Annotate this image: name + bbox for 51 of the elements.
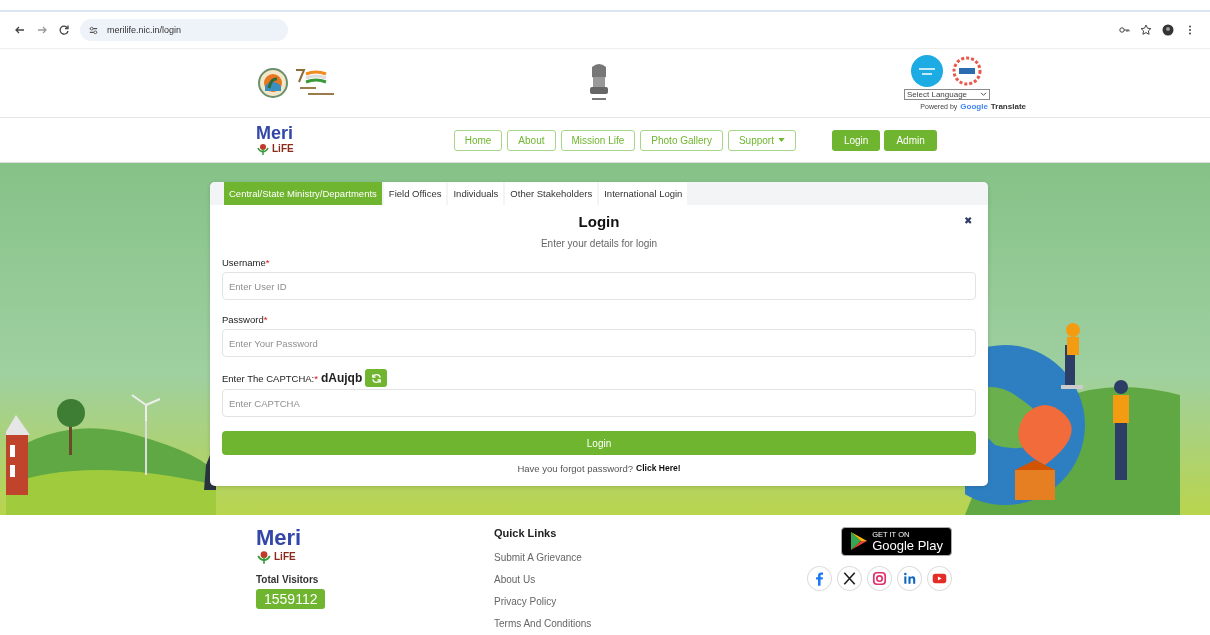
quick-link[interactable]: About Us	[494, 574, 794, 585]
back-icon[interactable]	[14, 24, 26, 36]
login-title: Login	[578, 213, 620, 230]
field-label: Username*	[222, 257, 271, 268]
chevron-down-icon	[980, 92, 987, 97]
login-type-tab[interactable]: International Login	[599, 182, 688, 205]
forward-icon[interactable]	[36, 24, 48, 36]
plant-sun-icon	[256, 549, 272, 565]
translate-text: Translate	[990, 102, 1026, 111]
star-icon[interactable]	[1140, 24, 1152, 36]
play-triangle-icon	[850, 531, 869, 552]
input-field[interactable]: Enter Your Password	[222, 329, 976, 357]
login-type-tab[interactable]: Field Offices	[383, 182, 447, 205]
youtube-icon[interactable]	[927, 565, 952, 591]
input-field[interactable]: Enter User ID	[222, 272, 976, 300]
login-type-tab[interactable]: Other Stakeholders	[505, 182, 598, 205]
brand-logo-subtitle: LiFE	[272, 144, 294, 154]
profile-avatar-icon[interactable]	[1162, 24, 1174, 36]
total-visitors-label: Total Visitors	[256, 575, 319, 585]
quick-link[interactable]: Terms And Conditions	[494, 618, 794, 629]
quick-link[interactable]: Privacy Policy	[494, 596, 794, 607]
captcha-code: dAujqb	[320, 371, 363, 385]
captcha-label: Enter The CAPTCHA:*	[222, 372, 318, 384]
refresh-icon	[370, 372, 382, 384]
brand-logo-subtitle: LiFE	[274, 552, 296, 562]
brand-logo-title: Meri	[256, 527, 302, 549]
plant-sun-icon	[256, 142, 270, 156]
x-logo-icon[interactable]	[837, 565, 862, 591]
input-field[interactable]: Enter CAPTCHA	[222, 389, 976, 417]
forgot-password-text: Have you forgot password?	[517, 463, 634, 474]
click-here-link[interactable]: Click Here!	[636, 463, 681, 474]
facebook-icon[interactable]	[807, 565, 832, 591]
caret-down-icon	[777, 138, 785, 142]
brand-logo-title: Meri	[256, 124, 294, 142]
visitor-count-badge: 1559112	[256, 589, 326, 609]
url-text: merilife.nic.in/login	[107, 25, 182, 35]
close-button[interactable]: ✖	[964, 215, 972, 226]
quick-link[interactable]: Submit A Grievance	[494, 552, 794, 563]
quick-links-heading: Quick Links	[494, 527, 558, 539]
language-select[interactable]: Select Language	[904, 89, 990, 100]
site-settings-icon[interactable]	[88, 24, 99, 36]
instagram-icon[interactable]	[867, 565, 892, 591]
google-logo-text: Google	[960, 102, 988, 111]
address-bar[interactable]: merilife.nic.in/login	[80, 19, 288, 41]
reload-icon[interactable]	[58, 24, 70, 36]
login-subtitle: Enter your details for login	[540, 238, 658, 249]
linkedin-icon[interactable]	[897, 565, 922, 591]
key-icon[interactable]	[1118, 24, 1130, 36]
login-type-tab[interactable]: Individuals	[448, 182, 504, 205]
ministry-emblem-icon	[258, 66, 288, 100]
field-label: Password*	[222, 314, 269, 325]
